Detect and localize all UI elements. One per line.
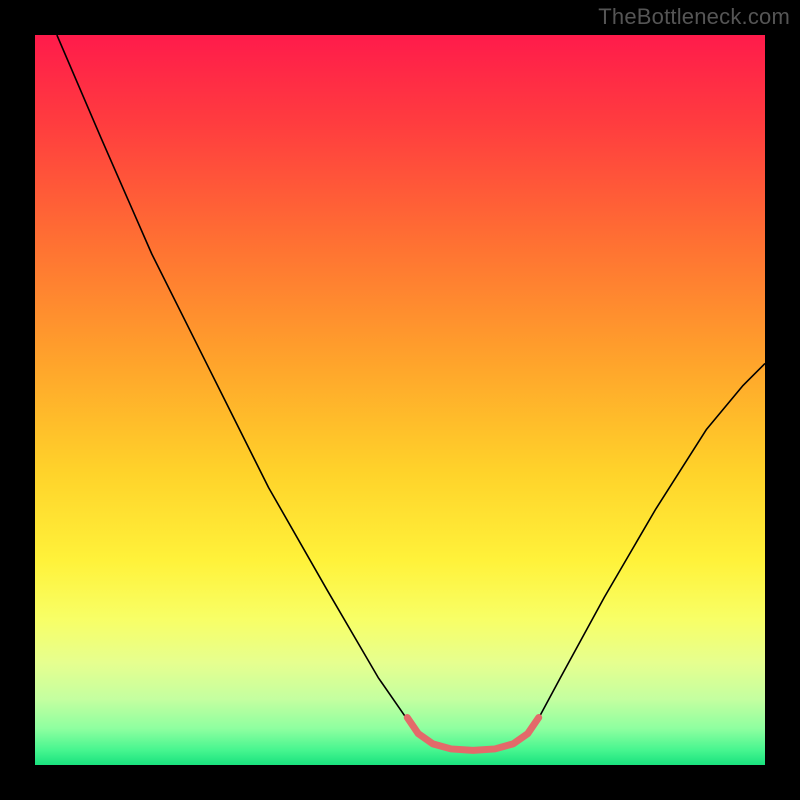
plot-area <box>35 35 765 765</box>
gradient-background <box>35 35 765 765</box>
chart-frame: TheBottleneck.com <box>0 0 800 800</box>
plot-svg <box>35 35 765 765</box>
watermark-text: TheBottleneck.com <box>598 4 790 30</box>
